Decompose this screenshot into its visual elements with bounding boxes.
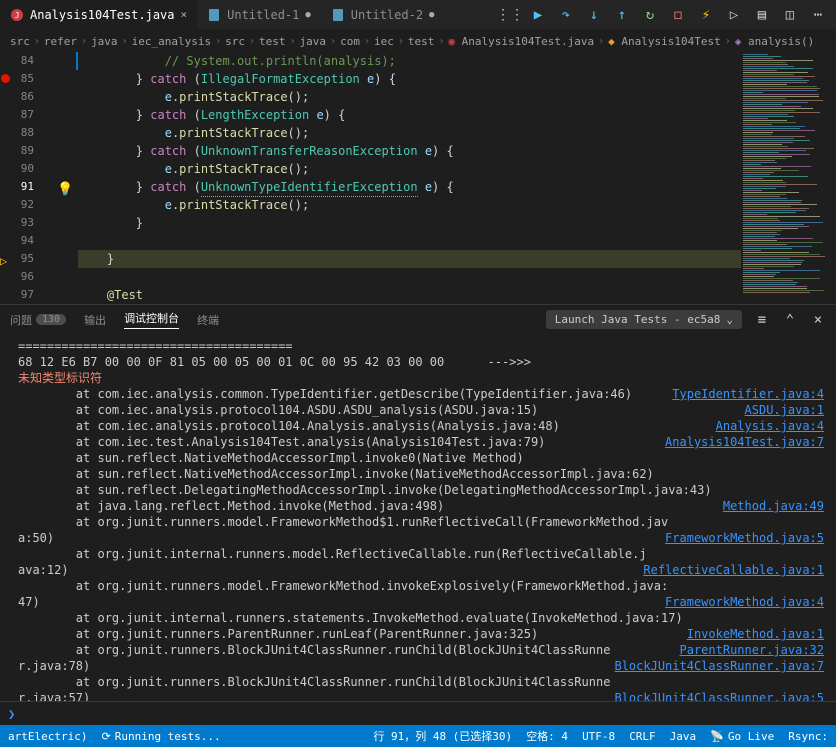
editor[interactable]: 💡 ▷ 8485868788899091929394959697 // Syst… bbox=[0, 52, 836, 304]
code-area[interactable]: // System.out.println(analysis); } catch… bbox=[48, 52, 741, 304]
sb-spaces[interactable]: 空格: 4 bbox=[526, 728, 568, 744]
minimap[interactable] bbox=[741, 52, 836, 304]
java-file-icon: J bbox=[10, 8, 24, 22]
tab-label: Analysis104Test.java bbox=[30, 8, 175, 22]
sb-project[interactable]: artElectric) bbox=[8, 730, 87, 743]
tab-label: Untitled-1 bbox=[227, 8, 299, 22]
stack-link[interactable]: Method.java:49 bbox=[723, 498, 824, 514]
breadcrumb-item[interactable]: src bbox=[10, 35, 30, 48]
tab-problems[interactable]: 问题 130 bbox=[10, 312, 66, 328]
stack-link[interactable]: BlockJUnit4ClassRunner.java:7 bbox=[614, 658, 824, 674]
stack-link[interactable]: ASDU.java:1 bbox=[745, 402, 824, 418]
hot-replace-icon[interactable]: ⚡ bbox=[698, 7, 714, 23]
stack-link[interactable]: BlockJUnit4ClassRunner.java:5 bbox=[614, 690, 824, 701]
close-icon[interactable]: × bbox=[181, 8, 188, 21]
lightbulb-icon[interactable]: 💡 bbox=[57, 182, 73, 197]
tab-label: Untitled-2 bbox=[351, 8, 423, 22]
compare-icon[interactable]: ▤ bbox=[754, 7, 770, 23]
tab-terminal[interactable]: 终端 bbox=[197, 312, 219, 328]
breadcrumb-item[interactable]: ◈ analysis() bbox=[735, 35, 814, 48]
stack-link[interactable]: Analysis.java:4 bbox=[716, 418, 824, 434]
tab-debug-console[interactable]: 调试控制台 bbox=[124, 310, 179, 329]
panel-tabs: 问题 130 输出 调试控制台 终端 Launch Java Tests - e… bbox=[0, 304, 836, 334]
breadcrumb-item[interactable]: java bbox=[300, 35, 327, 48]
more-icon[interactable]: ⋯ bbox=[810, 7, 826, 23]
stack-link[interactable]: FrameworkMethod.java:4 bbox=[665, 594, 824, 610]
breadcrumb-item[interactable]: ◉ Analysis104Test.java bbox=[448, 35, 594, 48]
chevron-right-icon: ❯ bbox=[8, 707, 15, 721]
sb-lang[interactable]: Java bbox=[670, 730, 697, 743]
step-into-icon[interactable]: ↓ bbox=[586, 7, 602, 23]
sb-eol[interactable]: CRLF bbox=[629, 730, 656, 743]
dirty-icon: ● bbox=[429, 10, 434, 20]
tab-untitled-1[interactable]: Untitled-1 ● bbox=[197, 0, 321, 29]
stack-link[interactable]: InvokeMethod.java:1 bbox=[687, 626, 824, 642]
breadcrumb-item[interactable]: ◆ Analysis104Test bbox=[608, 35, 721, 48]
close-panel-icon[interactable]: × bbox=[810, 312, 826, 328]
launch-config-select[interactable]: Launch Java Tests - ec5a8 ⌄ bbox=[546, 310, 742, 329]
stack-link[interactable]: FrameworkMethod.java:5 bbox=[665, 530, 824, 546]
broadcast-icon: 📡 bbox=[710, 730, 724, 743]
breadcrumb-item[interactable]: com bbox=[340, 35, 360, 48]
breadcrumb-item[interactable]: java bbox=[91, 35, 118, 48]
sb-encoding[interactable]: UTF-8 bbox=[582, 730, 615, 743]
run-icon[interactable]: ▷ bbox=[726, 7, 742, 23]
debug-console[interactable]: ======================================68… bbox=[0, 334, 836, 701]
continue-icon[interactable]: ▶ bbox=[530, 7, 546, 23]
execution-pointer-icon: ▷ bbox=[0, 254, 7, 268]
drag-handle-icon[interactable]: ⋮⋮ bbox=[502, 7, 518, 23]
breadcrumb-item[interactable]: iec_analysis bbox=[132, 35, 211, 48]
step-over-icon[interactable]: ↷ bbox=[558, 7, 574, 23]
stop-icon[interactable]: ◻ bbox=[670, 7, 686, 23]
split-editor-icon[interactable]: ◫ bbox=[782, 7, 798, 23]
collapse-icon[interactable]: ⌃ bbox=[782, 312, 798, 328]
file-icon bbox=[331, 8, 345, 22]
sb-rsync[interactable]: Rsync: bbox=[788, 730, 828, 743]
problems-badge: 130 bbox=[36, 314, 66, 325]
breadcrumb-item[interactable]: test bbox=[259, 35, 286, 48]
chevron-down-icon: ⌄ bbox=[726, 313, 733, 326]
status-bar: artElectric) ⟳ Running tests... 行 91，列 4… bbox=[0, 725, 836, 747]
clear-icon[interactable]: ≡ bbox=[754, 312, 770, 328]
spinner-icon: ⟳ bbox=[101, 730, 110, 743]
dirty-icon: ● bbox=[305, 10, 310, 20]
svg-text:J: J bbox=[15, 11, 20, 20]
tab-output[interactable]: 输出 bbox=[84, 312, 106, 328]
debug-prompt[interactable]: ❯ bbox=[0, 701, 836, 725]
sb-running[interactable]: ⟳ Running tests... bbox=[101, 730, 220, 743]
tab-untitled-2[interactable]: Untitled-2 ● bbox=[321, 0, 445, 29]
step-out-icon[interactable]: ↑ bbox=[614, 7, 630, 23]
restart-icon[interactable]: ↻ bbox=[642, 7, 658, 23]
file-icon bbox=[207, 8, 221, 22]
sb-cursor[interactable]: 行 91，列 48 (已选择30) bbox=[373, 728, 512, 744]
breadcrumb: src›refer›java›iec_analysis›src›test›jav… bbox=[0, 30, 836, 52]
tab-analysis104test[interactable]: J Analysis104Test.java × bbox=[0, 0, 197, 29]
breadcrumb-item[interactable]: test bbox=[408, 35, 435, 48]
debug-toolbar: ⋮⋮ ▶ ↷ ↓ ↑ ↻ ◻ ⚡ ▷ ▤ ◫ ⋯ bbox=[502, 7, 836, 23]
sb-golive[interactable]: 📡 Go Live bbox=[710, 730, 774, 743]
tab-bar: J Analysis104Test.java × Untitled-1 ● Un… bbox=[0, 0, 836, 30]
breadcrumb-item[interactable]: src bbox=[225, 35, 245, 48]
stack-link[interactable]: ReflectiveCallable.java:1 bbox=[643, 562, 824, 578]
breadcrumb-item[interactable]: iec bbox=[374, 35, 394, 48]
stack-link[interactable]: TypeIdentifier.java:4 bbox=[672, 386, 824, 402]
stack-link[interactable]: ParentRunner.java:32 bbox=[680, 642, 825, 658]
stack-link[interactable]: Analysis104Test.java:7 bbox=[665, 434, 824, 450]
breadcrumb-item[interactable]: refer bbox=[44, 35, 77, 48]
